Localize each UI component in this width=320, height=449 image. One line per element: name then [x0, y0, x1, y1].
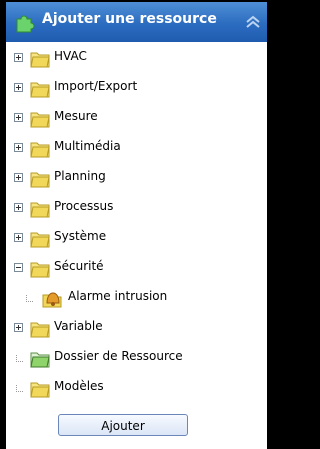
tree-item-planning[interactable]: Planning	[6, 166, 267, 192]
tree-item-label: Modèles	[54, 379, 104, 393]
expand-icon[interactable]	[14, 113, 23, 122]
tree-item-multimedia[interactable]: Multimédia	[6, 136, 267, 162]
tree-item-processus[interactable]: Processus	[6, 196, 267, 222]
tree-item-label: Dossier de Ressource	[54, 349, 183, 363]
tree-connector	[16, 355, 23, 362]
tree-item-modeles[interactable]: Modèles	[6, 376, 267, 402]
expand-icon[interactable]	[14, 83, 23, 92]
tree-item-label: Variable	[54, 319, 103, 333]
folder-icon	[30, 232, 50, 248]
tree-item-mesure[interactable]: Mesure	[6, 106, 267, 132]
panel-title: Ajouter une ressource	[42, 11, 217, 27]
collapse-chevron-icon[interactable]	[243, 12, 263, 32]
folder-icon	[30, 172, 50, 188]
tree-item-label: Processus	[54, 199, 114, 213]
puzzle-icon	[16, 15, 35, 33]
tree-item-label: Multimédia	[54, 139, 121, 153]
tree-item-securite[interactable]: Sécurité	[6, 256, 267, 282]
tree-item-alarme-intrusion[interactable]: Alarme intrusion	[6, 286, 267, 312]
tree-item-variable[interactable]: Variable	[6, 316, 267, 342]
expand-icon[interactable]	[14, 323, 23, 332]
folder-icon	[30, 142, 50, 158]
tree-item-label: HVAC	[54, 49, 87, 63]
tree-item-label: Import/Export	[54, 79, 138, 93]
resource-folder-icon	[30, 352, 50, 368]
folder-icon	[30, 112, 50, 128]
tree-item-label: Sécurité	[54, 259, 104, 273]
tree-item-label: Planning	[54, 169, 106, 183]
folder-icon	[30, 52, 50, 68]
folder-icon	[30, 82, 50, 98]
expand-icon[interactable]	[14, 53, 23, 62]
tree-item-systeme[interactable]: Système	[6, 226, 267, 252]
tree-connector	[16, 385, 23, 392]
folder-icon	[30, 322, 50, 338]
collapse-icon[interactable]	[14, 263, 23, 272]
expand-icon[interactable]	[14, 203, 23, 212]
folder-icon	[30, 262, 50, 278]
folder-icon	[30, 382, 50, 398]
add-button[interactable]: Ajouter	[58, 414, 188, 436]
tree-item-hvac[interactable]: HVAC	[6, 46, 267, 72]
expand-icon[interactable]	[14, 143, 23, 152]
alarm-bell-icon	[42, 292, 62, 308]
tree-item-label: Mesure	[54, 109, 98, 123]
add-resource-panel: Ajouter une ressource HVAC Import/Export	[6, 2, 267, 449]
panel-header: Ajouter une ressource	[6, 2, 267, 42]
tree-item-dossier-de-ressource[interactable]: Dossier de Ressource	[6, 346, 267, 372]
folder-icon	[30, 202, 50, 218]
expand-icon[interactable]	[14, 233, 23, 242]
expand-icon[interactable]	[14, 173, 23, 182]
tree-item-label: Alarme intrusion	[68, 289, 168, 303]
tree-item-label: Système	[54, 229, 107, 243]
tree-connector	[26, 295, 33, 302]
tree-item-import-export[interactable]: Import/Export	[6, 76, 267, 102]
